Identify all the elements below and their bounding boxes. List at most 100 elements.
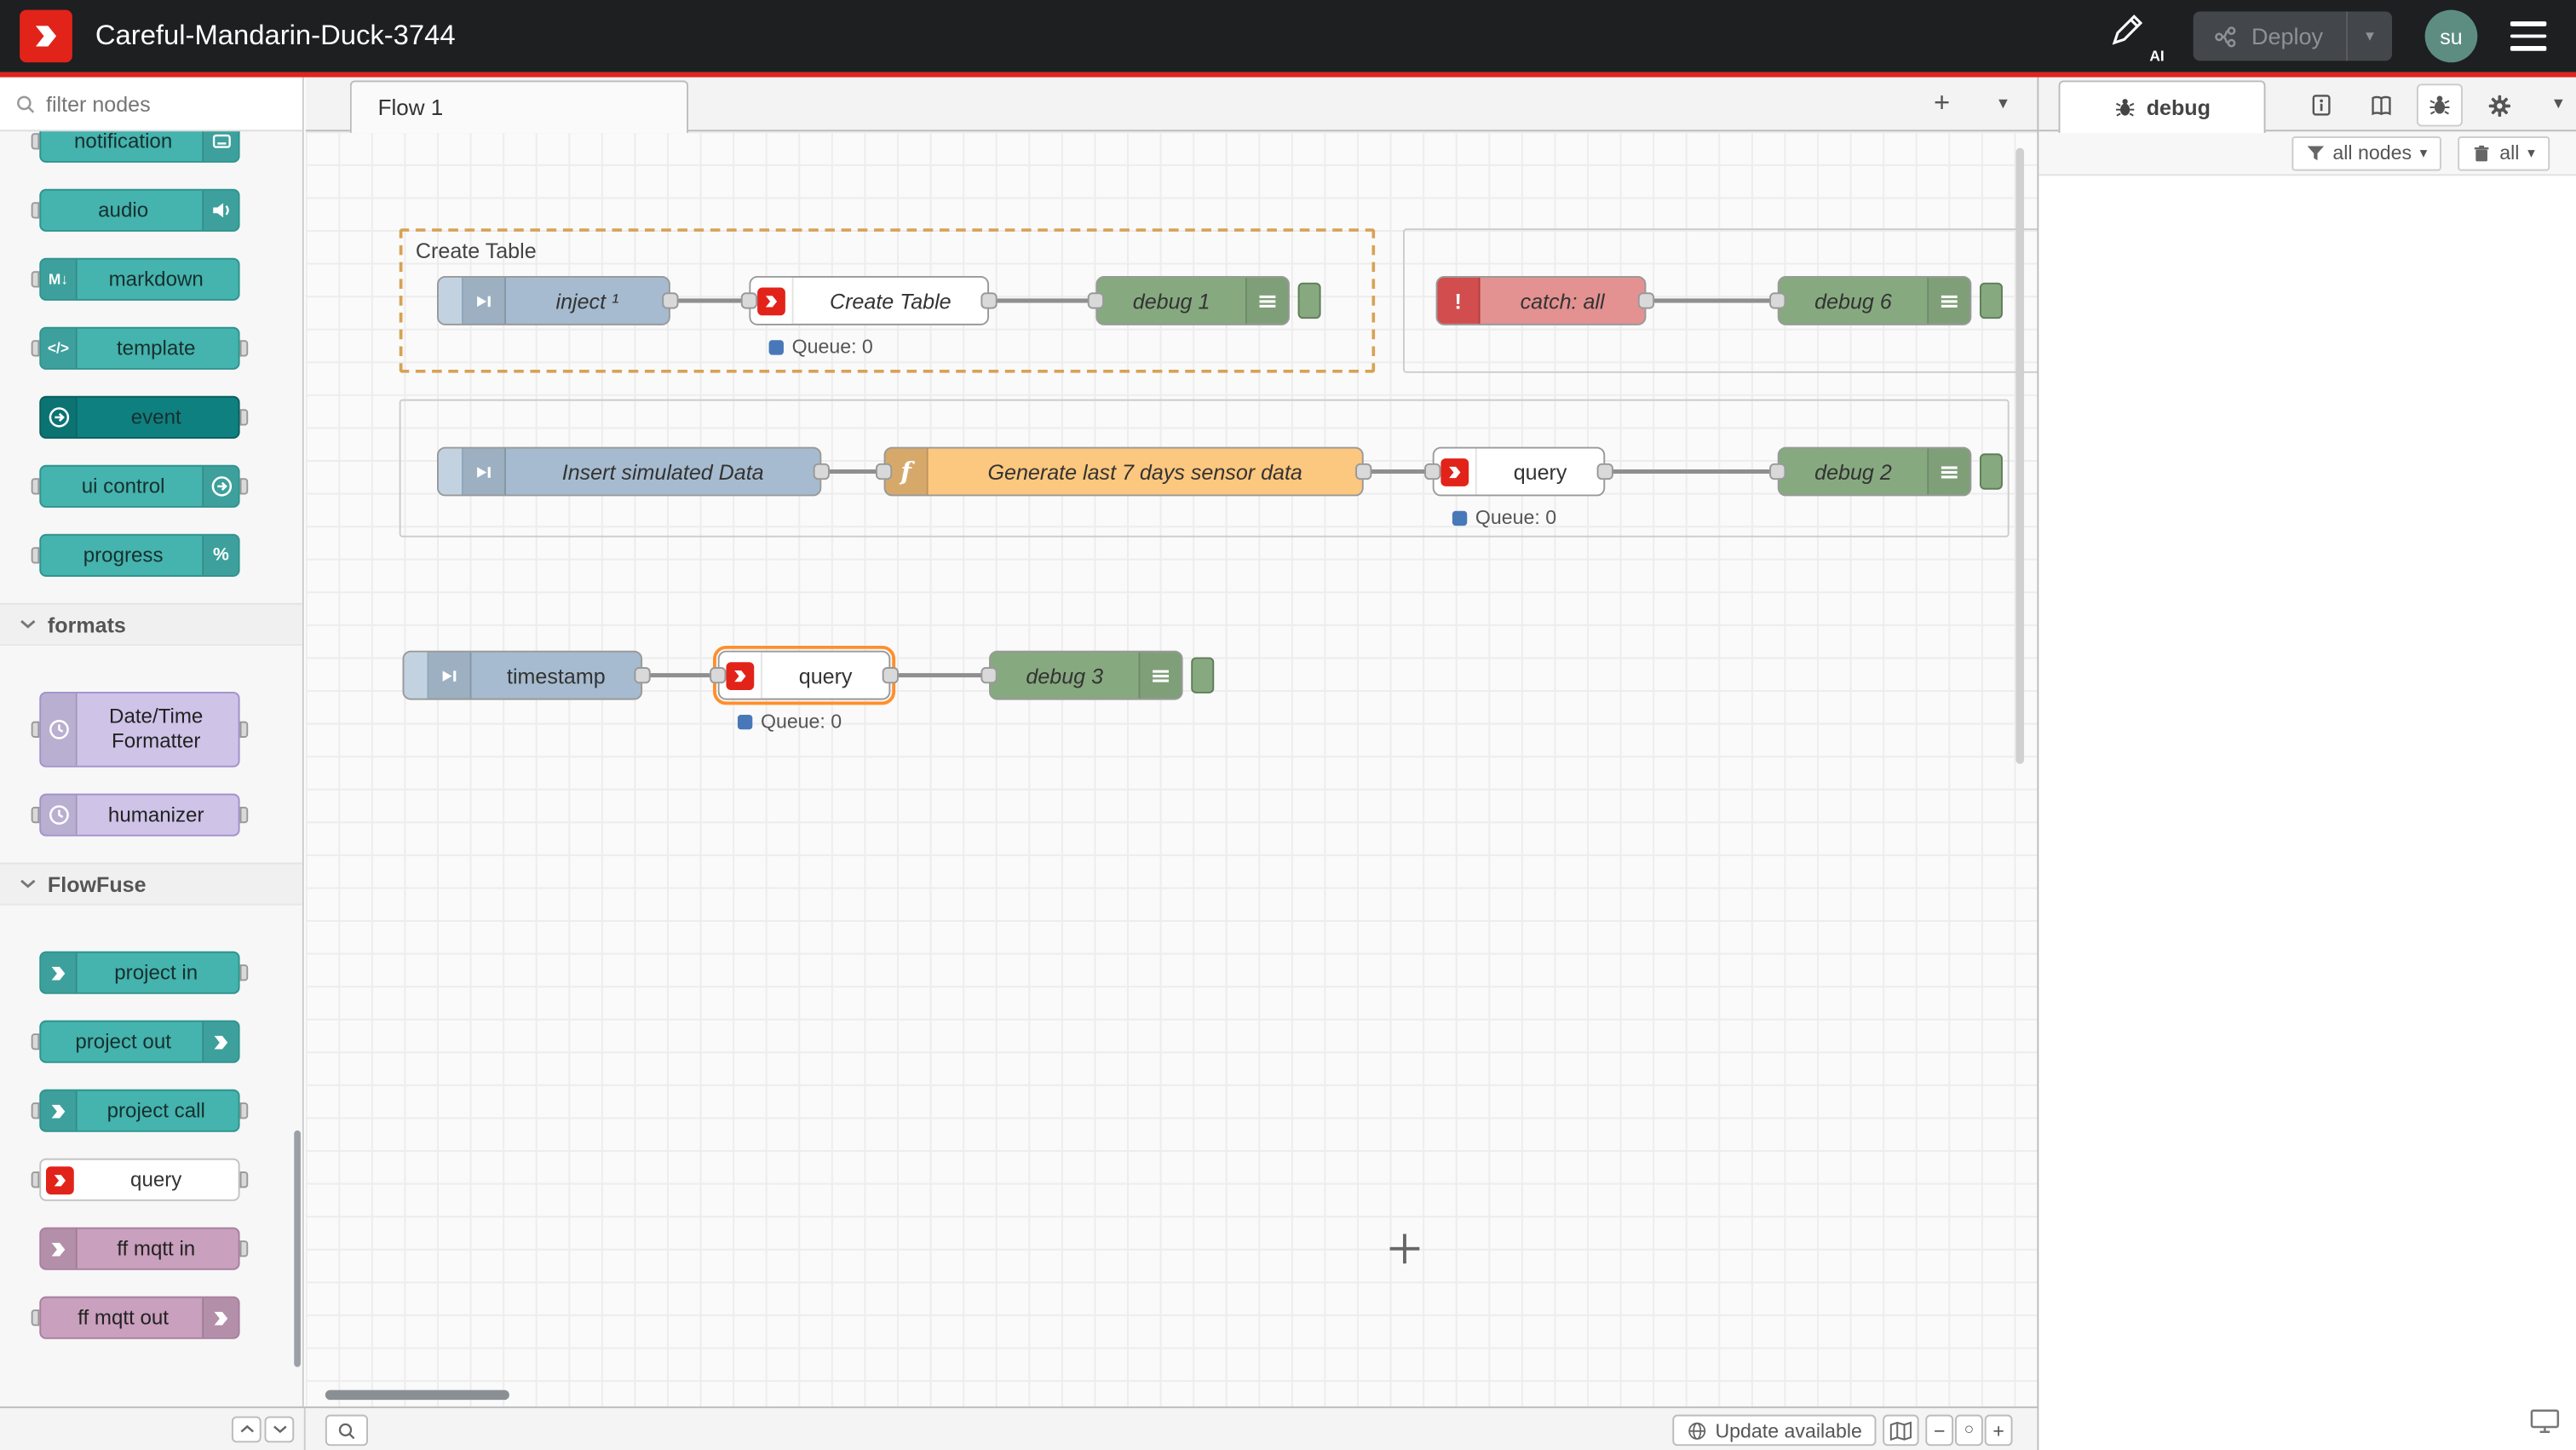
palette-node-humanizer[interactable]: humanizer (39, 794, 239, 837)
port-in[interactable] (1769, 463, 1785, 480)
palette-node-datetime-formatter[interactable]: Date/Time Formatter (39, 692, 239, 768)
flowfuse-icon (41, 1091, 77, 1131)
node-debug-6[interactable]: debug 6 (1778, 276, 1972, 325)
inject-trigger-button[interactable] (439, 278, 463, 324)
inject-trigger-button[interactable] (439, 449, 463, 495)
open-in-window-button[interactable] (2530, 1408, 2560, 1443)
debug-toggle-button[interactable] (1980, 453, 2003, 489)
palette-node-query[interactable]: query (39, 1159, 239, 1201)
add-flow-button[interactable]: + (1925, 87, 1958, 120)
tab-debug-active[interactable]: debug (2059, 81, 2266, 134)
book-icon (2368, 93, 2393, 118)
sidebar-tab-label: debug (2147, 95, 2211, 120)
node-function-generate-sensor-data[interactable]: f Generate last 7 days sensor data (884, 447, 1364, 497)
zoom-in-button[interactable]: + (1985, 1415, 2013, 1447)
zoom-out-button[interactable]: − (1925, 1415, 1953, 1447)
palette-section-formats[interactable]: formats (0, 603, 302, 646)
node-query-selected[interactable]: query (718, 651, 891, 700)
port-in[interactable] (1088, 292, 1104, 308)
node-debug-2[interactable]: debug 2 (1778, 447, 1972, 497)
palette-expand-button[interactable] (265, 1416, 295, 1442)
flow-list-caret[interactable]: ▾ (1998, 92, 2008, 113)
zoom-reset-button[interactable]: ○ (1955, 1415, 1983, 1447)
palette-node-ui-control[interactable]: ui control (39, 465, 239, 508)
port-out[interactable] (634, 667, 650, 683)
debug-toggle-button[interactable] (1980, 283, 2003, 319)
palette-node-event[interactable]: event (39, 396, 239, 439)
tab-flow-1[interactable]: Flow 1 (350, 81, 688, 134)
port-in[interactable] (1424, 463, 1440, 480)
node-create-table[interactable]: Create Table (749, 276, 989, 325)
port-in[interactable] (1769, 292, 1785, 308)
status-text: Queue: 0 (761, 710, 842, 733)
port-in (32, 1102, 40, 1119)
canvas-horizontal-scrollbar[interactable] (325, 1390, 509, 1401)
palette-scrollbar[interactable] (294, 1131, 301, 1367)
node-inject-1[interactable]: inject ¹ (437, 276, 670, 325)
debug-clear-button[interactable]: all ▾ (2458, 135, 2550, 170)
port-out[interactable] (1355, 463, 1371, 480)
debug-list-icon (1927, 449, 1969, 495)
header: Careful-Mandarin-Duck-3744 AI Deploy ▾ s (0, 0, 2576, 72)
palette-node-audio[interactable]: audio (39, 189, 239, 232)
port-out[interactable] (883, 667, 899, 683)
ai-assistant-button[interactable]: AI (2108, 10, 2161, 63)
debug-toolbar: all nodes ▾ all ▾ (2038, 131, 2576, 175)
update-available-button[interactable]: Update available (1672, 1415, 1877, 1447)
port-out (240, 340, 249, 356)
palette-node-project-in[interactable]: project in (39, 952, 239, 994)
port-in[interactable] (741, 292, 757, 308)
search-input[interactable] (46, 91, 260, 116)
node-label: debug 6 (1780, 288, 1928, 313)
canvas-vertical-scrollbar[interactable] (2015, 148, 2024, 764)
tab-help[interactable] (2358, 83, 2404, 126)
gear-icon (2487, 93, 2511, 118)
user-avatar[interactable]: su (2425, 10, 2478, 63)
port-out[interactable] (980, 292, 997, 308)
debug-filter-button[interactable]: all nodes ▾ (2291, 135, 2442, 170)
port-out[interactable] (1597, 463, 1613, 480)
flowfuse-logo[interactable] (20, 10, 72, 63)
node-query-mid[interactable]: query (1433, 447, 1606, 497)
palette-collapse-button[interactable] (232, 1416, 262, 1442)
deploy-options-caret[interactable]: ▾ (2346, 12, 2392, 61)
tab-info[interactable] (2298, 83, 2344, 126)
clock-icon (41, 693, 77, 766)
node-insert-simulated-data[interactable]: Insert simulated Data (437, 447, 821, 497)
deploy-button[interactable]: Deploy ▾ (2194, 12, 2392, 61)
inject-trigger-button[interactable] (404, 653, 428, 699)
port-out[interactable] (1638, 292, 1654, 308)
debug-toggle-button[interactable] (1298, 283, 1321, 319)
palette-node-notification[interactable]: notification (39, 131, 239, 163)
main-menu-button[interactable] (2510, 22, 2546, 51)
palette-node-project-out[interactable]: project out (39, 1021, 239, 1063)
port-in[interactable] (710, 667, 726, 683)
port-in[interactable] (980, 667, 997, 683)
palette-node-progress[interactable]: progress % (39, 534, 239, 577)
node-debug-3[interactable]: debug 3 (989, 651, 1183, 700)
port-out[interactable] (662, 292, 678, 308)
cursor-crosshair (1390, 1234, 1420, 1263)
trash-icon (2473, 144, 2491, 162)
port-in[interactable] (876, 463, 892, 480)
search-icon (14, 93, 36, 114)
node-debug-1[interactable]: debug 1 (1095, 276, 1290, 325)
palette-node-markdown[interactable]: M↓ markdown (39, 258, 239, 301)
palette-node-project-call[interactable]: project call (39, 1090, 239, 1132)
palette-section-flowfuse[interactable]: FlowFuse (0, 863, 302, 906)
node-timestamp[interactable]: timestamp (403, 651, 643, 700)
tab-debug[interactable] (2417, 83, 2463, 126)
debug-list-icon (1927, 278, 1969, 324)
flow-canvas[interactable]: Create Table inject ¹ (306, 131, 2038, 1407)
node-catch-all[interactable]: ! catch: all (1436, 276, 1647, 325)
canvas-search-button[interactable] (325, 1415, 368, 1447)
palette-node-template[interactable]: </> template (39, 327, 239, 370)
sidebar-tabs-caret[interactable]: ▾ (2554, 92, 2563, 113)
tab-config[interactable] (2475, 83, 2521, 126)
debug-toggle-button[interactable] (1191, 657, 1214, 693)
palette-node-ff-mqtt-out[interactable]: ff mqtt out (39, 1297, 239, 1339)
port-out[interactable] (814, 463, 830, 480)
node-label: Insert simulated Data (506, 459, 819, 484)
navigator-button[interactable] (1883, 1415, 1918, 1447)
palette-node-ff-mqtt-in[interactable]: ff mqtt in (39, 1228, 239, 1270)
